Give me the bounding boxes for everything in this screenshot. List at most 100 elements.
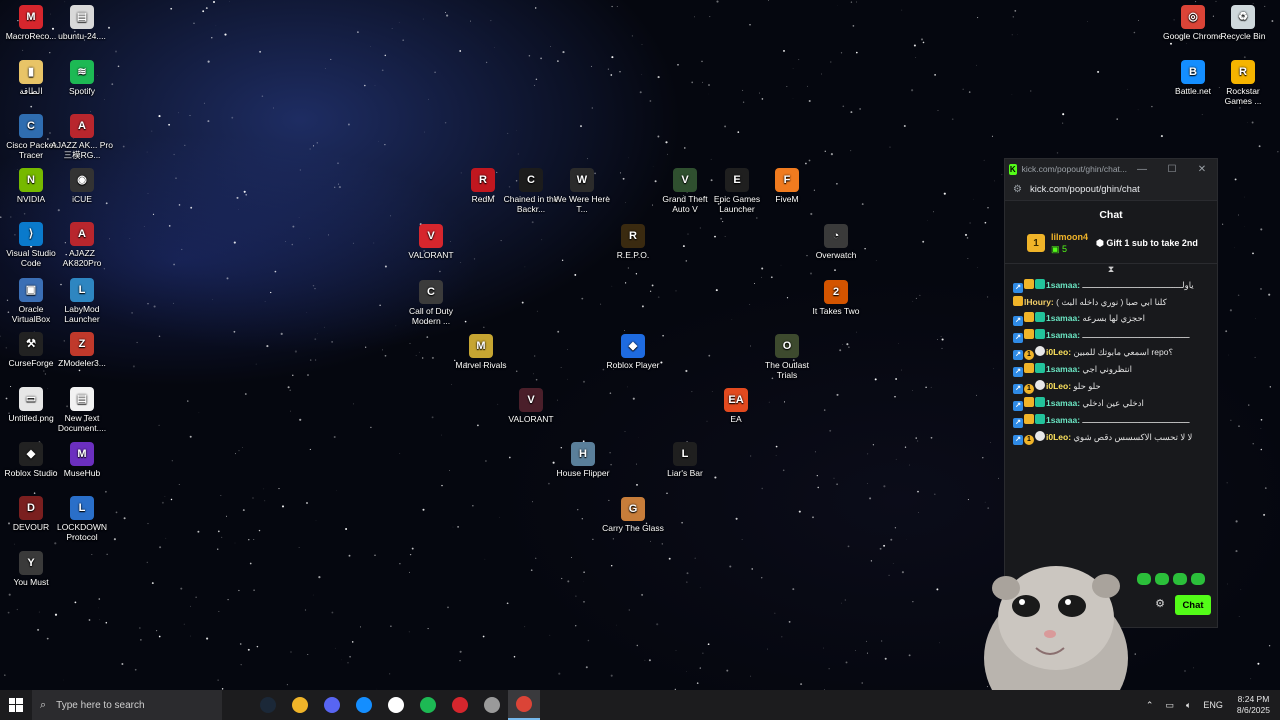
desktop-icon[interactable]: A AJAZZ AK... Pro三模RG...	[51, 114, 113, 160]
app-icon: ≋	[70, 60, 94, 84]
chat-username[interactable]: lHoury:	[1024, 297, 1054, 307]
address-bar[interactable]: ⚙ kick.com/popout/ghin/chat	[1005, 179, 1217, 201]
minimize-button[interactable]: —	[1127, 164, 1157, 175]
chat-username[interactable]: i0Leo:	[1046, 432, 1071, 442]
desktop-icon[interactable]: Y You Must	[0, 551, 62, 587]
steelseries-taskbar-icon[interactable]	[380, 690, 412, 720]
desktop-icon[interactable]: Z ZModeler3...	[51, 332, 113, 368]
desktop-icon[interactable]: M Marvel Rivals	[450, 334, 512, 370]
system-tray: ⌃ ▭ 🔈︎ ENG 8:24 PM 8/6/2025	[1140, 694, 1280, 716]
chat-message-text: كلنا ابي صبا ( نوري داخله البث )	[1056, 297, 1167, 307]
chat-username[interactable]: 1samaa:	[1046, 398, 1080, 408]
tray-overflow-icon[interactable]: ⌃	[1146, 700, 1154, 711]
volume-icon[interactable]: 🔈︎	[1186, 700, 1191, 711]
app-icon: ◎	[1181, 5, 1205, 29]
desktop-icon-label: iCUE	[72, 194, 92, 204]
windows-start-button[interactable]	[0, 690, 32, 720]
desktop-icon[interactable]: H House Flipper	[552, 442, 614, 478]
spotify-taskbar-icon[interactable]	[412, 690, 444, 720]
desktop-icon[interactable]: ▤ ubuntu-24....	[51, 5, 113, 41]
desktop-icon-label: Liar's Bar	[667, 468, 703, 478]
leader-username[interactable]: lilmoon4	[1051, 231, 1088, 243]
chrome-icon	[516, 696, 532, 712]
settings-gear-icon[interactable]: ⚙	[1155, 597, 1165, 610]
desktop-icon[interactable]: EA EA	[705, 388, 767, 424]
desktop-icon[interactable]: ♻ Recycle Bin	[1212, 5, 1274, 41]
app-icon: ▤	[70, 5, 94, 29]
desktop-icon-label: FiveM	[775, 194, 799, 204]
desktop-icon[interactable]: V VALORANT	[500, 388, 562, 424]
emote-icon[interactable]	[1155, 573, 1169, 585]
gold-badge-icon	[1024, 329, 1034, 339]
desktop-icon[interactable]: ≋ Spotify	[51, 60, 113, 96]
chat-username[interactable]: i0Leo:	[1046, 381, 1071, 391]
ajazz-taskbar-icon[interactable]	[444, 690, 476, 720]
emote-icon[interactable]	[1191, 573, 1205, 585]
app-yellow-taskbar-icon[interactable]	[284, 690, 316, 720]
send-chat-button[interactable]: Chat	[1175, 595, 1211, 615]
desktop-icon[interactable]: F FiveM	[756, 168, 818, 204]
chrome-taskbar-icon[interactable]	[508, 690, 540, 720]
desktop-icon-label: Call of Duty Modern ...	[409, 306, 453, 326]
chat-message-text: لا لا تحسب الاكسسس دقص شوي	[1073, 432, 1193, 442]
chat-username[interactable]: 1samaa:	[1046, 364, 1080, 374]
gift-leaderboard[interactable]: 1 lilmoon4 ▣ 5 ⬢ Gift 1 sub to take 2nd	[1005, 227, 1217, 264]
desktop-icon[interactable]: ◔ Overwatch	[805, 224, 867, 260]
desktop-icon[interactable]: V VALORANT	[400, 224, 462, 260]
desktop-icon-label: Recycle Bin	[1220, 31, 1266, 41]
blue-badge-icon: ↗	[1013, 435, 1023, 445]
battle-net-taskbar-icon[interactable]	[348, 690, 380, 720]
language-indicator[interactable]: ENG	[1203, 700, 1223, 710]
chat-username[interactable]: i0Leo:	[1046, 347, 1071, 357]
desktop-icon[interactable]: R Rockstar Games ...	[1212, 60, 1274, 106]
emote-icon[interactable]	[1173, 573, 1187, 585]
emote-icon[interactable]	[1137, 573, 1151, 585]
num-badge-icon: 1	[1024, 435, 1034, 445]
desktop-icon[interactable]: L Liar's Bar	[654, 442, 716, 478]
blue-badge-icon: ↗	[1013, 333, 1023, 343]
app-icon: C	[419, 280, 443, 304]
desktop-icon[interactable]: G Carry The Glass	[602, 497, 664, 533]
desktop-icon-label: EA	[730, 414, 742, 424]
white-badge-icon	[1035, 380, 1045, 390]
desktop-icon[interactable]: L LOCKDOWN Protocol	[51, 496, 113, 542]
app-circle-taskbar-icon[interactable]	[476, 690, 508, 720]
search-icon: ⌕	[40, 698, 47, 711]
desktop-icon[interactable]: O The Outlast Trials	[756, 334, 818, 380]
site-settings-icon[interactable]: ⚙	[1013, 184, 1022, 195]
desktop-icon-label: Roblox Player	[606, 360, 660, 370]
gift-cta[interactable]: ⬢ Gift 1 sub to take 2nd	[1096, 238, 1198, 249]
desktop-icon-label: Carry The Glass	[602, 523, 664, 533]
close-button[interactable]: ✕	[1187, 164, 1217, 175]
desktop-icon[interactable]: L LabyMod Launcher	[51, 278, 113, 324]
chat-username[interactable]: 1samaa:	[1046, 330, 1080, 340]
taskbar-search-box[interactable]: ⌕ Type here to search	[32, 690, 222, 720]
desktop-icon[interactable]: R R.E.P.O.	[602, 224, 664, 260]
maximize-button[interactable]: ☐	[1157, 164, 1187, 175]
app-icon: R	[1231, 60, 1255, 84]
app-icon: ⚒	[19, 332, 43, 356]
chat-message: ↗ 1 i0Leo: حلو حلو	[1013, 380, 1209, 394]
chat-username[interactable]: 1samaa:	[1046, 280, 1080, 290]
chat-username[interactable]: 1samaa:	[1046, 313, 1080, 323]
network-icon[interactable]: ▭	[1165, 700, 1174, 711]
desktop-icon[interactable]: ◉ iCUE	[51, 168, 113, 204]
desktop-icon[interactable]: ◆ Roblox Player	[602, 334, 664, 370]
desktop-icon-label: House Flipper	[556, 468, 610, 478]
desktop-icon[interactable]: W We Were Here T...	[551, 168, 613, 214]
window-titlebar[interactable]: K kick.com/popout/ghin/chat... — ☐ ✕	[1005, 159, 1217, 179]
scroll-pause-icon[interactable]: ⧗	[1005, 264, 1217, 274]
discord-taskbar-icon[interactable]	[316, 690, 348, 720]
steam-taskbar-icon[interactable]	[252, 690, 284, 720]
chat-message: ↗ 1samaa: احجزي لها بسرعه	[1013, 312, 1209, 326]
desktop-icon[interactable]: A AJAZZ AK820Pro	[51, 222, 113, 268]
chat-message: ↗ 1samaa: ادخلي عين ادخلي	[1013, 397, 1209, 411]
desktop-icon[interactable]: M MuseHub	[51, 442, 113, 478]
desktop-icon[interactable]: C Call of Duty Modern ...	[400, 280, 462, 326]
desktop-icon[interactable]: 2 It Takes Two	[805, 280, 867, 316]
desktop-icon[interactable]: ▤ New Text Document....	[51, 387, 113, 433]
taskbar-pinned-apps	[252, 690, 540, 720]
clock[interactable]: 8:24 PM 8/6/2025	[1237, 694, 1270, 716]
clock-date: 8/6/2025	[1236, 705, 1270, 715]
chat-username[interactable]: 1samaa:	[1046, 415, 1080, 425]
